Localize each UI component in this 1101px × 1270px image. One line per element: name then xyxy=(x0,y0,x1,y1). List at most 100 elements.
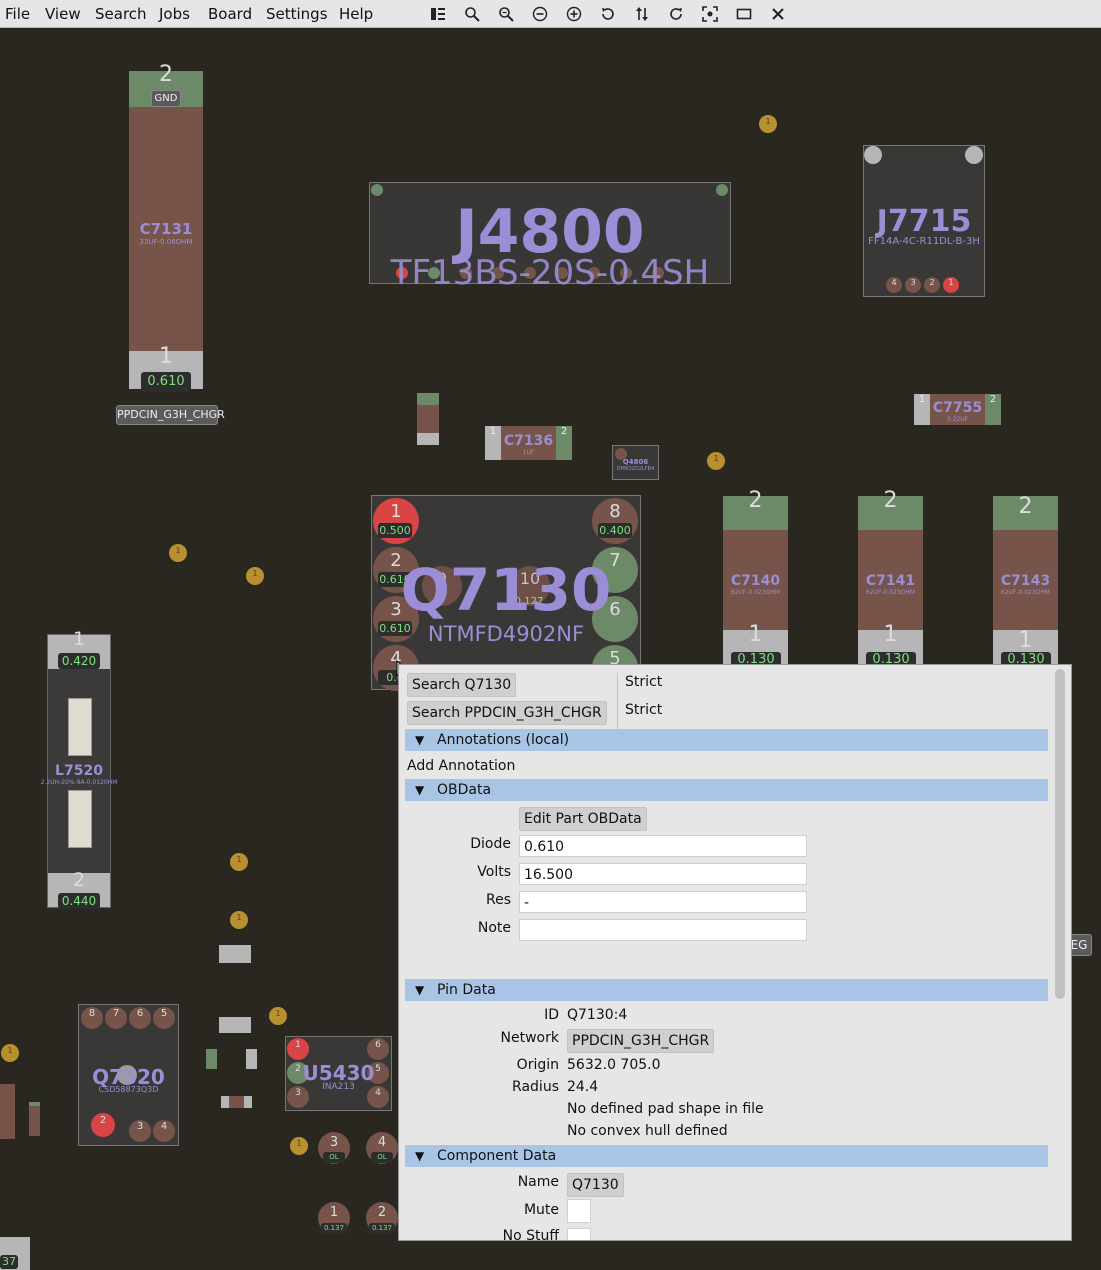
radius-value: 24.4 xyxy=(567,1079,599,1095)
rotate-cw-icon[interactable] xyxy=(665,3,687,25)
menu-settings[interactable]: Settings xyxy=(266,0,328,27)
layer-icon[interactable] xyxy=(733,3,755,25)
menu-jobs[interactable]: Jobs xyxy=(159,0,190,27)
radius-label: Radius xyxy=(512,1079,559,1095)
mount-pin xyxy=(965,146,983,164)
search-part-button[interactable]: Search Q7130 xyxy=(407,673,517,697)
panel-scrollbar[interactable] xyxy=(1055,669,1065,999)
nostuff-checkbox[interactable] xyxy=(567,1228,591,1240)
pin: 8 xyxy=(81,1007,103,1029)
pin: 3 xyxy=(129,1120,151,1142)
zoom-plus-icon[interactable] xyxy=(563,3,585,25)
network-button[interactable]: PPDCIN_G3H_CHGR xyxy=(567,1029,715,1053)
zoom-out-icon[interactable] xyxy=(529,3,551,25)
part-value: INA213 xyxy=(322,1082,355,1092)
via: 1 xyxy=(230,911,248,929)
part-c7136[interactable]: 1 2 C7136 1UF xyxy=(485,426,572,460)
pindata-header[interactable]: ▼ Pin Data xyxy=(405,979,1048,1001)
pin: 2 xyxy=(924,277,940,293)
obdata-header[interactable]: ▼ OBData xyxy=(405,779,1048,801)
part-j7715[interactable]: J7715 FF14A-4C-R11DL-B-3H 4 3 2 1 xyxy=(863,145,985,297)
edit-obdata-button[interactable]: Edit Part OBData xyxy=(519,807,647,831)
part-info-panel: Search Q7130 Strict Search PPDCIN_G3H_CH… xyxy=(398,664,1072,1241)
hull-note: No convex hull defined xyxy=(567,1123,728,1139)
collapse-arrow-icon: ▼ xyxy=(415,983,425,997)
part-name: C7131 xyxy=(139,220,193,238)
name-button[interactable]: Q7130 xyxy=(567,1173,624,1197)
zoom-in-icon[interactable] xyxy=(495,3,517,25)
via: 1 xyxy=(269,1007,287,1025)
part-c7141[interactable]: 2 C7141 62UF-0.023OHM 1 0.130 xyxy=(858,488,923,667)
name-label: Name xyxy=(517,1174,559,1190)
part-name: Q7130 xyxy=(400,556,612,624)
menu-search[interactable]: Search xyxy=(95,0,147,27)
add-annotation-link[interactable]: Add Annotation xyxy=(407,758,515,774)
search-part-mode[interactable]: Strict xyxy=(625,674,662,690)
menu-bar: File View Search Jobs Board Settings Hel… xyxy=(0,0,1101,28)
volts-field[interactable]: 16.500 xyxy=(519,863,807,885)
part-j4800[interactable]: J4800 TF13BS-20S-0.4SH xyxy=(369,182,731,293)
annotations-header[interactable]: ▼ Annotations (local) xyxy=(405,729,1048,751)
pin: 1 xyxy=(943,277,959,293)
part-c7143[interactable]: 2 C7143 62UF-0.023OHM 1 0.130 xyxy=(993,494,1058,667)
center-icon[interactable] xyxy=(699,3,721,25)
note-field[interactable] xyxy=(519,919,807,941)
rotate-ccw-icon[interactable] xyxy=(597,3,619,25)
divider xyxy=(617,673,618,729)
part-value: 62UF-0.023OHM xyxy=(1000,589,1051,596)
menu-file[interactable]: File xyxy=(5,0,30,27)
pin: 5 xyxy=(153,1007,175,1029)
part-name: C7755 xyxy=(932,400,983,416)
part-value: 0.22UF xyxy=(946,416,969,423)
component-header[interactable]: ▼ Component Data xyxy=(405,1145,1048,1167)
part-value: 62UF-0.023OHM xyxy=(730,589,781,596)
pin-number: 2 xyxy=(883,488,898,513)
res-field[interactable]: - xyxy=(519,891,807,913)
part-c7755[interactable]: 1 2 C7755 0.22UF xyxy=(914,394,1001,425)
search-net-button[interactable]: Search PPDCIN_G3H_CHGR xyxy=(407,701,607,725)
pin: 4 xyxy=(153,1120,175,1142)
via: 1 xyxy=(759,115,777,133)
mute-checkbox[interactable] xyxy=(567,1199,591,1223)
part-c7131[interactable]: 2 GND C7131 33UF-0.06OHM 1 0.610 xyxy=(129,62,203,392)
menu-view[interactable]: View xyxy=(45,0,81,27)
pin: 4 xyxy=(886,277,902,293)
part-c7140[interactable]: 2 C7140 62UF-0.023OHM 1 0.130 xyxy=(723,488,788,667)
section-title: Annotations (local) xyxy=(437,732,570,748)
zoom-fit-icon[interactable] xyxy=(461,3,483,25)
part-small-vertical[interactable] xyxy=(417,393,439,445)
pin-voltage: OL xyxy=(323,1152,345,1163)
part-value: 1UF xyxy=(522,449,535,456)
part-u5430[interactable]: 1 2 3 6 5 4 U5430 INA213 xyxy=(285,1036,392,1111)
part-value: DMN32D2LFB4 xyxy=(616,466,655,472)
section-title: Pin Data xyxy=(437,982,496,998)
via: 1 xyxy=(230,853,248,871)
voltage-readout: 0.420 xyxy=(58,653,100,669)
res-label: Res xyxy=(485,892,511,908)
part-value: TF13BS-20S-0.4SH xyxy=(390,253,710,293)
flip-icon[interactable] xyxy=(631,3,653,25)
pad-small xyxy=(0,1084,15,1139)
note-label: Note xyxy=(477,920,511,936)
part-value: FF14A-4C-R11DL-B-3H xyxy=(868,236,980,247)
part-l7520[interactable]: 1 0.420 L7520 2.2UH-20%-9A-0.0120HM 2 0.… xyxy=(41,628,117,909)
diode-field[interactable]: 0.610 xyxy=(519,835,807,857)
pin-number: 1 xyxy=(159,344,173,369)
mount-pin xyxy=(864,146,882,164)
collapse-arrow-icon: ▼ xyxy=(415,733,425,747)
pad-small xyxy=(219,945,251,963)
pin-voltage: 0.400 xyxy=(598,523,632,538)
part-q4806[interactable]: Q4806 DMN32D2LFB4 xyxy=(612,445,659,480)
search-net-mode[interactable]: Strict xyxy=(625,702,662,718)
via: 1 xyxy=(246,567,264,585)
pad-small xyxy=(246,1049,257,1069)
toggle-sidebar-icon[interactable] xyxy=(427,3,449,25)
part-q7130[interactable]: 1 0.500 2 0.610 3 0.610 4 0.6 8 0.400 7 … xyxy=(371,495,641,691)
pin-voltage: OL xyxy=(371,1152,393,1163)
menu-help[interactable]: Help xyxy=(339,0,373,27)
pin-number: 2 xyxy=(748,488,763,513)
menu-board[interactable]: Board xyxy=(208,0,252,27)
part-name: C7141 xyxy=(865,573,916,589)
part-q7520[interactable]: 8 7 6 5 Q7520 CSD58873Q3D 2 3 4 xyxy=(78,1004,179,1146)
close-icon[interactable] xyxy=(767,3,789,25)
